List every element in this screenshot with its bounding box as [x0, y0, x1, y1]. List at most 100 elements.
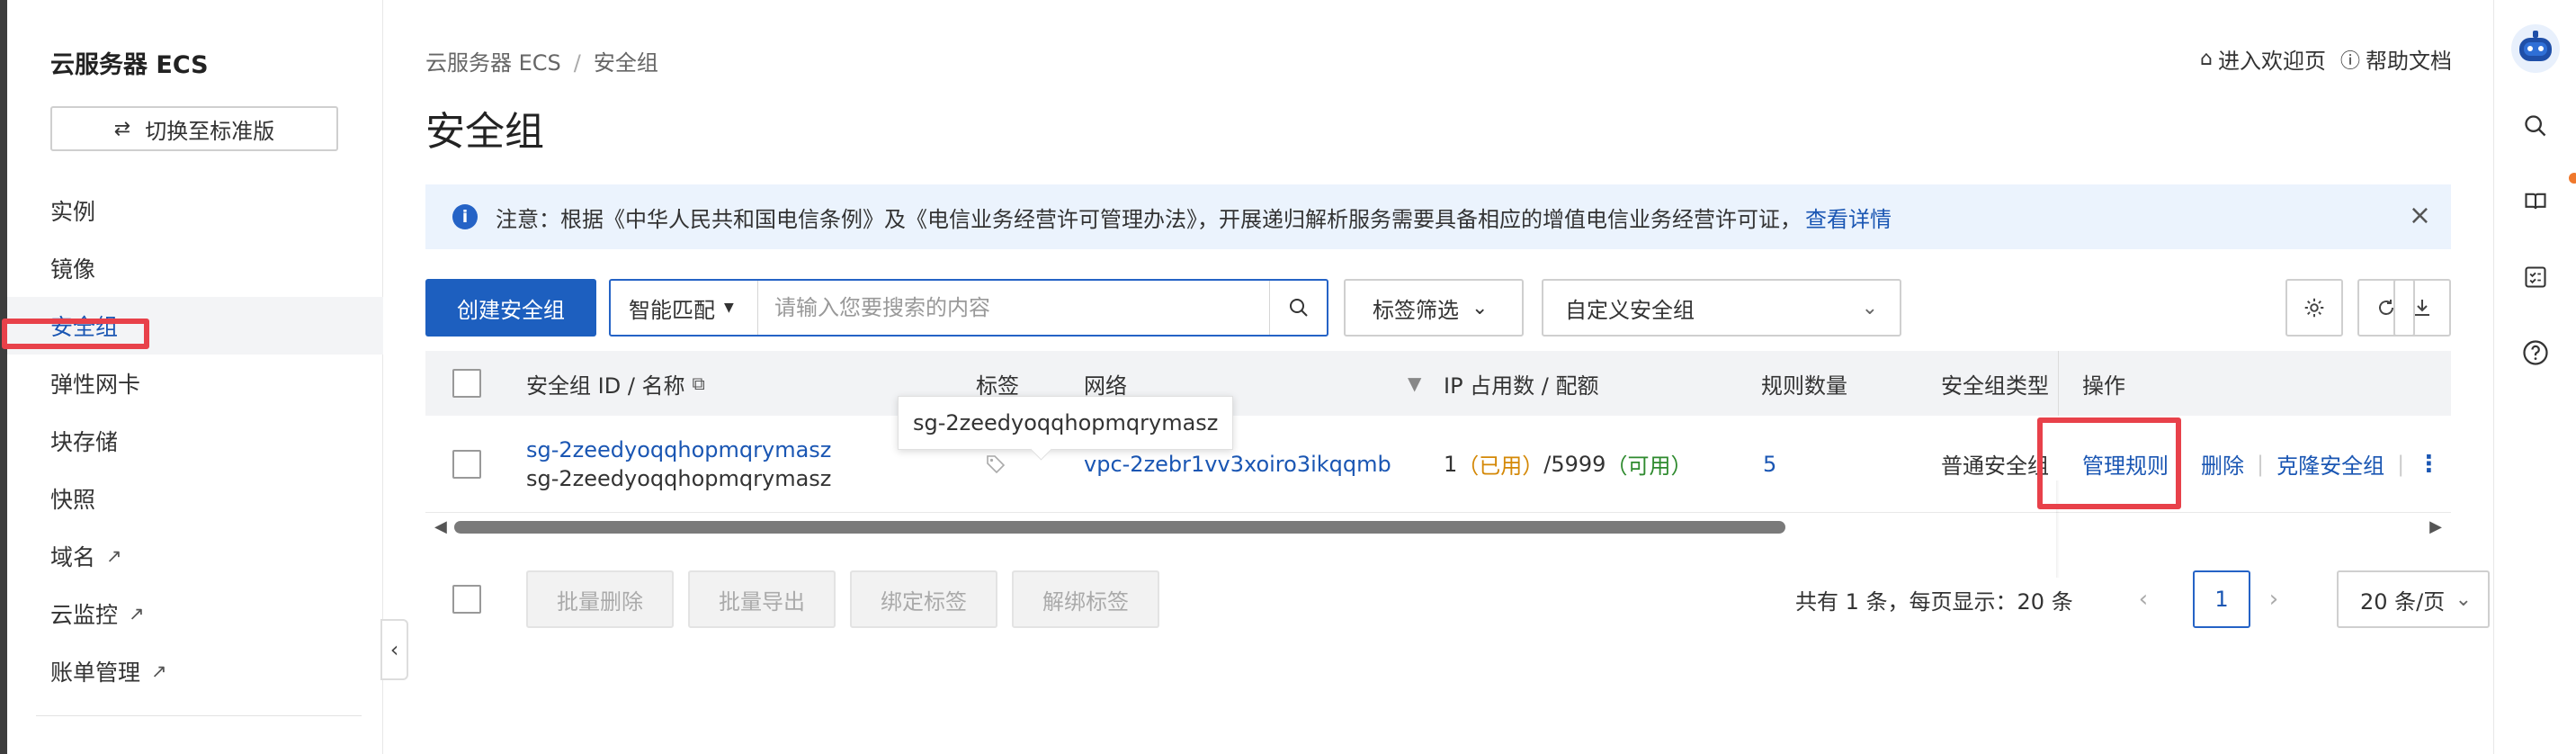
sg-type-select[interactable]: 自定义安全组 ⌄: [1542, 279, 1901, 337]
close-icon[interactable]: ×: [2409, 202, 2431, 229]
create-security-group-button[interactable]: 创建安全组: [425, 279, 596, 337]
welcome-link[interactable]: ⌂ 进入欢迎页: [2200, 43, 2326, 75]
sidebar-item-label: 快照: [50, 487, 96, 513]
tag-filter-label: 标签筛选: [1373, 297, 1459, 323]
copy-icon[interactable]: ⧉: [693, 373, 705, 394]
gear-icon: [2304, 298, 2324, 318]
chevron-down-icon: ⌄: [1471, 296, 1489, 319]
bind-tag-button[interactable]: 绑定标签: [850, 570, 997, 628]
filter-icon[interactable]: ▼: [1408, 351, 1421, 416]
sidebar-item-snapshots[interactable]: 快照: [7, 470, 383, 527]
delete-link[interactable]: 删除: [2201, 448, 2244, 480]
sidebar-item-block-storage[interactable]: 块存储: [7, 412, 383, 470]
rail-search-button[interactable]: [2516, 106, 2555, 146]
breadcrumb-separator: /: [573, 50, 581, 76]
prev-page-icon[interactable]: ‹: [2130, 570, 2157, 628]
sidebar-item-security-groups[interactable]: 安全组: [7, 297, 383, 355]
download-button[interactable]: [2393, 279, 2451, 337]
used-label: （已用）: [1457, 453, 1544, 479]
clone-sg-link[interactable]: 克隆安全组: [2276, 448, 2384, 480]
notice-details-link[interactable]: 查看详情: [1805, 202, 1892, 233]
sidebar: 云服务器 ECS ⇄ 切换至标准版 实例 镜像 安全组 弹性网卡 块存储 快照 …: [7, 0, 383, 754]
tag-filter-dropdown[interactable]: 标签筛选 ⌄: [1344, 279, 1524, 337]
sidebar-title: 云服务器 ECS: [50, 51, 209, 79]
horizontal-scrollbar[interactable]: ◀ ▶: [425, 517, 2451, 537]
sidebar-item-eni[interactable]: 弹性网卡: [7, 355, 383, 412]
sidebar-item-domain[interactable]: 域名 ↗: [7, 527, 383, 585]
search-icon: [1289, 299, 1308, 317]
help-docs-link[interactable]: ⓘ 帮助文档: [2340, 43, 2452, 75]
select-all-checkbox[interactable]: [452, 369, 481, 398]
breadcrumb-root[interactable]: 云服务器 ECS: [425, 50, 561, 76]
switch-standard-label: 切换至标准版: [145, 118, 275, 144]
rail-docs-button[interactable]: [2516, 182, 2555, 221]
search-input[interactable]: [758, 281, 1269, 335]
bottom-bar: 批量删除 批量导出 绑定标签 解绑标签 共有 1 条，每页显示：20 条 ‹ 1…: [425, 570, 2490, 628]
sg-id-tooltip: sg-2zeedyoqqhopmqrymasz: [898, 396, 1234, 450]
rail-help-button[interactable]: [2516, 333, 2555, 373]
search-box: 智能匹配 ▼: [609, 279, 1328, 337]
ip-count: 1: [1444, 451, 1458, 477]
bulk-export-button[interactable]: 批量导出: [688, 570, 836, 628]
sidebar-item-instances[interactable]: 实例: [7, 182, 383, 239]
sidebar-item-billing[interactable]: 账单管理 ↗: [7, 642, 383, 700]
available-label: （可用）: [1606, 453, 1693, 479]
sidebar-item-label: 块存储: [50, 429, 119, 455]
scroll-left-icon[interactable]: ◀: [434, 517, 447, 536]
vpc-link[interactable]: vpc-2zebr1vv3xoiro3ikqqmb: [1084, 452, 1391, 477]
notice-text: 注意：根据《中华人民共和国电信条例》及《电信业务经营许可管理办法》，开展递归解析…: [496, 206, 1802, 232]
settings-button[interactable]: [2285, 279, 2343, 337]
page-size-select[interactable]: 20 条/页 ⌄: [2337, 570, 2490, 628]
help-circle-icon: ⓘ: [2339, 49, 2360, 73]
scroll-thumb[interactable]: [454, 521, 1785, 534]
next-page-icon[interactable]: ›: [2260, 570, 2287, 628]
sidebar-item-label: 域名: [50, 544, 96, 570]
assistant-avatar[interactable]: [2510, 23, 2561, 74]
sidebar-item-images[interactable]: 镜像: [7, 239, 383, 297]
home-icon: ⌂: [2200, 48, 2213, 70]
table-row: sg-2zeedyoqqhopmqrymasz sg-2zeedyoqqhopm…: [425, 416, 2451, 578]
rule-count-cell: 5: [1763, 416, 1776, 512]
pagination-summary: 共有 1 条，每页显示：20 条: [1795, 588, 2073, 615]
col-header-rule-count: 规则数量: [1761, 373, 1847, 399]
tag-outline-icon: [987, 454, 1006, 473]
manage-rules-link[interactable]: 管理规则: [2082, 448, 2169, 480]
external-link-icon: ↗: [129, 603, 145, 624]
page-number-current[interactable]: 1: [2193, 570, 2250, 628]
row-checkbox[interactable]: [452, 449, 481, 479]
chevron-down-icon: ⌄: [2455, 588, 2472, 611]
download-icon: [2415, 300, 2429, 316]
rail-tasks-button[interactable]: [2516, 257, 2555, 297]
rule-count-link[interactable]: 5: [1763, 452, 1776, 477]
more-actions-icon[interactable]: ⋮: [2417, 451, 2440, 478]
search-mode-dropdown[interactable]: 智能匹配 ▼: [611, 281, 758, 335]
actions-cell: 管理规则 删除 | 克隆安全组 | ⋮: [2082, 416, 2451, 512]
ip-quota: /5999: [1543, 451, 1606, 477]
info-icon: i: [452, 204, 478, 229]
unbind-tag-button[interactable]: 解绑标签: [1012, 570, 1159, 628]
sidebar-item-label: 弹性网卡: [50, 372, 141, 398]
sg-id-link[interactable]: sg-2zeedyoqqhopmqrymasz: [526, 437, 831, 462]
breadcrumb: 云服务器 ECS / 安全组: [425, 45, 658, 76]
sg-type-label: 自定义安全组: [1565, 297, 1695, 323]
col-header-sg-type: 安全组类型: [1941, 373, 2049, 399]
right-rail: [2493, 0, 2576, 754]
bulk-select-cell: [452, 585, 481, 614]
main-content: 云服务器 ECS / 安全组 安全组 ⌂ 进入欢迎页 ⓘ 帮助文档 i 注意：根据《中华…: [385, 0, 2493, 754]
sidebar-item-cloud-monitor[interactable]: 云监控 ↗: [7, 585, 383, 642]
checklist-icon: [2525, 266, 2546, 288]
swap-icon: ⇄: [113, 117, 131, 140]
book-icon: [2525, 193, 2546, 210]
question-circle-icon: [2523, 340, 2548, 365]
table-header: 安全组 ID / 名称 ⧉ 标签 网络 ▼ IP 占用数 / 配额 规则数量 安全…: [425, 351, 2451, 416]
chevron-down-icon: ⌄: [1861, 296, 1878, 319]
bulk-delete-button[interactable]: 批量删除: [526, 570, 674, 628]
switch-standard-button[interactable]: ⇄ 切换至标准版: [50, 106, 338, 151]
action-separator: |: [2257, 451, 2265, 477]
scroll-right-icon[interactable]: ▶: [2429, 517, 2442, 536]
search-button[interactable]: [1269, 281, 1327, 335]
bulk-select-checkbox[interactable]: [452, 585, 481, 614]
external-link-icon: ↗: [151, 660, 167, 682]
sidebar-item-label: 安全组: [50, 314, 119, 340]
col-header-actions: 操作: [2082, 373, 2125, 399]
